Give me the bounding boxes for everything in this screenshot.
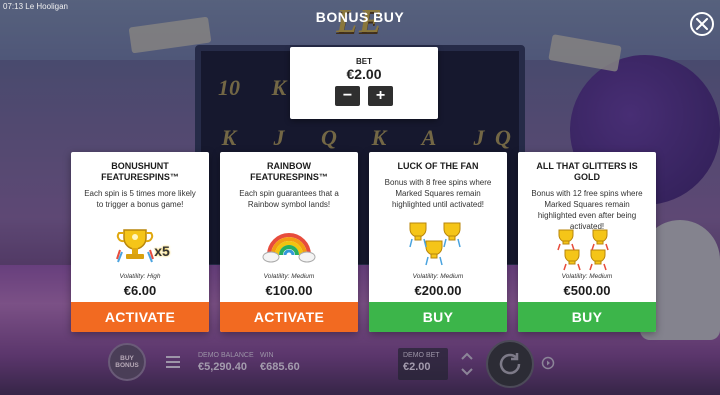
demo-bet-box[interactable]: DEMO BET €2.00 bbox=[398, 348, 448, 380]
autoplay-icon[interactable] bbox=[541, 356, 555, 370]
trophies-icon bbox=[369, 218, 507, 270]
bonus-card-rainbow: RAINBOW FEATURESPINS™ Each spin guarante… bbox=[220, 152, 358, 332]
volatility-label: Volatility: High bbox=[119, 273, 161, 280]
demo-balance-label: DEMO BALANCE bbox=[198, 352, 254, 359]
price-label: €200.00 bbox=[414, 283, 462, 298]
card-description: Bonus with 8 free spins where Marked Squ… bbox=[384, 178, 492, 209]
buy-luck-of-the-fan-button[interactable]: BUY bbox=[369, 302, 507, 332]
bonus-card-all-that-glitters: ALL THAT GLITTERS IS GOLD Bonus with 12 … bbox=[518, 152, 656, 332]
card-title: ALL THAT GLITTERS IS GOLD bbox=[536, 161, 638, 182]
bet-value: €2.00 bbox=[346, 66, 382, 82]
spin-icon bbox=[499, 353, 521, 375]
menu-icon[interactable] bbox=[166, 356, 180, 368]
close-button[interactable] bbox=[690, 12, 714, 36]
volatility-label: Volatility: Medium bbox=[412, 273, 464, 280]
activate-bonushunt-button[interactable]: ACTIVATE bbox=[71, 302, 209, 332]
price-label: €500.00 bbox=[563, 283, 611, 298]
demo-bet-label: DEMO BET bbox=[403, 352, 440, 359]
price-label: €6.00 bbox=[123, 283, 157, 298]
page-title: BONUS BUY bbox=[315, 9, 405, 25]
spin-button[interactable] bbox=[486, 340, 534, 388]
win-value: €685.60 bbox=[260, 361, 300, 373]
card-title: LUCK OF THE FAN bbox=[397, 161, 479, 171]
buy-all-that-glitters-button[interactable]: BUY bbox=[518, 302, 656, 332]
activate-rainbow-button[interactable]: ACTIVATE bbox=[220, 302, 358, 332]
win-label: WIN bbox=[260, 352, 274, 359]
bet-label: BET bbox=[356, 57, 372, 66]
bonus-card-bonushunt: BONUSHUNT FEATURESPINS™ Each spin is 5 t… bbox=[71, 152, 209, 332]
price-label: €100.00 bbox=[265, 283, 313, 298]
demo-bet-value: €2.00 bbox=[403, 361, 431, 373]
card-title: RAINBOW FEATURESPINS™ bbox=[250, 161, 328, 182]
bet-controls: − + bbox=[290, 86, 438, 106]
multiplier-label: x5 bbox=[154, 243, 170, 259]
bonus-buy-button[interactable]: BUY BONUS bbox=[108, 343, 146, 381]
bet-panel: BET €2.00 − + bbox=[290, 47, 438, 119]
rainbow-icon bbox=[220, 218, 358, 270]
close-icon bbox=[696, 18, 708, 30]
volatility-label: Volatility: Medium bbox=[263, 273, 315, 280]
chevron-up-down-icon[interactable] bbox=[460, 350, 474, 378]
volatility-label: Volatility: Medium bbox=[561, 273, 613, 280]
card-description: Each spin is 5 times more likely to trig… bbox=[84, 189, 196, 209]
trophy-x5-icon: x5 bbox=[71, 218, 209, 270]
increase-bet-button[interactable]: + bbox=[368, 86, 393, 106]
decrease-bet-button[interactable]: − bbox=[335, 86, 360, 106]
card-description: Each spin guarantees that a Rainbow symb… bbox=[239, 189, 339, 209]
card-title: BONUSHUNT FEATURESPINS™ bbox=[101, 161, 179, 182]
demo-balance-value: €5,290.40 bbox=[198, 361, 247, 373]
trophies-icon bbox=[518, 224, 656, 276]
bonus-card-luck-of-the-fan: LUCK OF THE FAN Bonus with 8 free spins … bbox=[369, 152, 507, 332]
